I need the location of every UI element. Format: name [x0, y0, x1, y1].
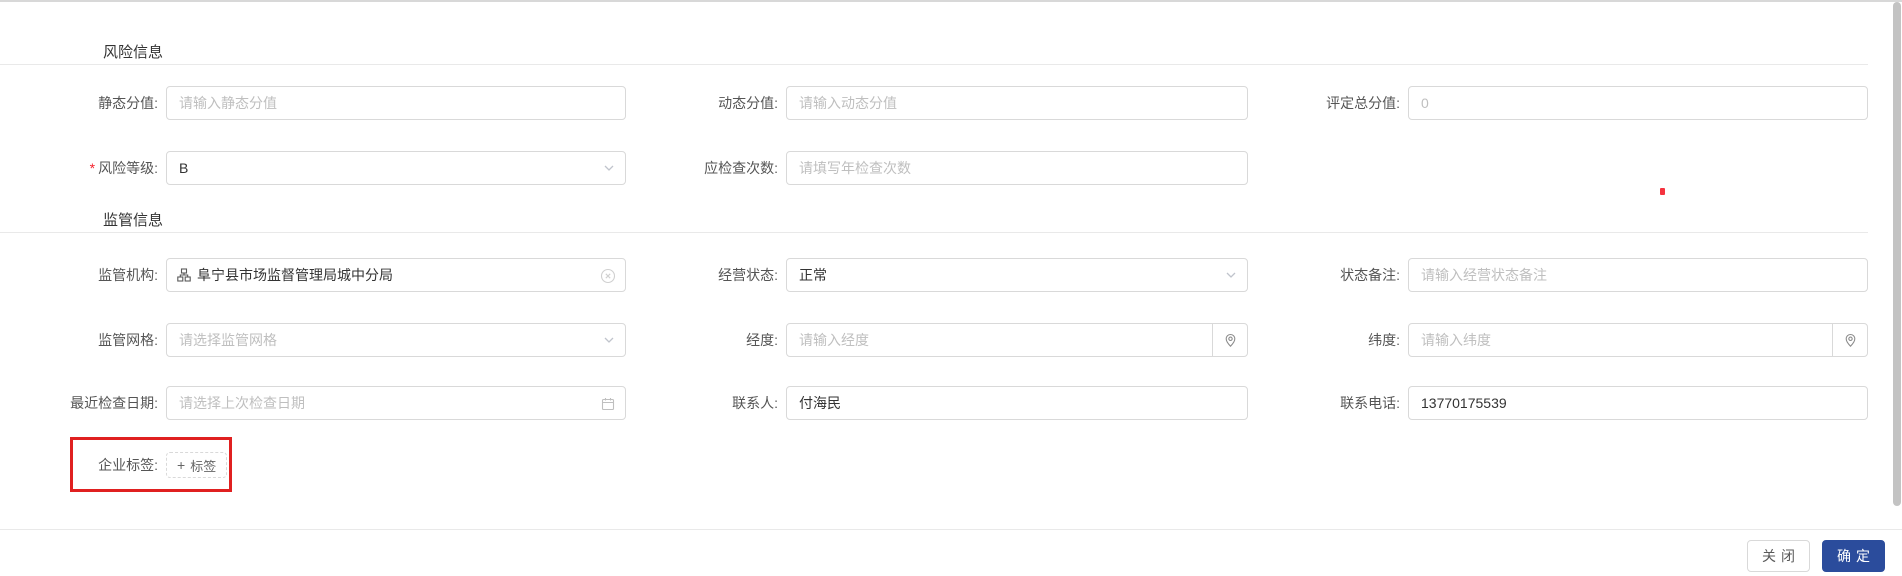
field-contact: 联系人: — [660, 386, 1248, 420]
close-button[interactable]: 关闭 — [1747, 540, 1810, 572]
dynamic-score-input-wrap — [786, 86, 1248, 120]
grid-placeholder: 请选择监管网格 — [179, 332, 277, 348]
business-status-value: 正常 — [799, 267, 827, 283]
annotation-red-box — [70, 437, 232, 492]
business-status-select[interactable]: 正常 — [786, 258, 1248, 292]
section-supervision-title: 监管信息 — [89, 210, 178, 232]
agency-value: 阜宁县市场监督管理局城中分局 — [197, 267, 393, 283]
field-total-score: 评定总分值: — [1282, 86, 1868, 120]
total-score-input-wrap — [1408, 86, 1868, 120]
field-last-inspection-date: 最近检查日期: — [40, 386, 626, 420]
annotation-red-dot — [1660, 188, 1665, 195]
last-inspection-date-label: 最近检查日期: — [70, 395, 158, 411]
static-score-input[interactable] — [167, 87, 625, 119]
status-remark-input-wrap — [1408, 258, 1868, 292]
chevron-down-icon — [1226, 272, 1236, 278]
status-remark-input[interactable] — [1409, 259, 1867, 291]
longitude-input-group — [786, 323, 1248, 357]
field-latitude: 纬度: — [1282, 323, 1868, 357]
confirm-button[interactable]: 确定 — [1822, 540, 1885, 572]
agency-label: 监管机构: — [98, 267, 158, 283]
phone-input[interactable] — [1409, 387, 1867, 419]
phone-input-wrap — [1408, 386, 1868, 420]
longitude-label: 经度: — [746, 332, 778, 348]
dynamic-score-input[interactable] — [787, 87, 1247, 119]
chevron-down-icon — [604, 337, 614, 343]
form-panel: 风险信息 静态分值: 动态分值: 评定总分值: *风险等级: B 应检查次数: … — [0, 0, 1902, 576]
section-risk-title: 风险信息 — [89, 42, 178, 64]
static-score-input-wrap — [166, 86, 626, 120]
grid-label: 监管网格: — [98, 332, 158, 348]
field-longitude: 经度: — [660, 323, 1248, 357]
field-business-status: 经营状态: 正常 — [660, 258, 1248, 292]
last-inspection-date-input[interactable] — [167, 387, 625, 419]
contact-input[interactable] — [787, 387, 1247, 419]
total-score-input[interactable] — [1409, 87, 1867, 119]
org-chart-icon — [177, 268, 191, 282]
contact-input-wrap — [786, 386, 1248, 420]
footer-divider — [0, 529, 1902, 530]
section-risk-divider — [0, 64, 1868, 65]
latitude-label: 纬度: — [1368, 332, 1400, 348]
contact-label: 联系人: — [732, 395, 778, 411]
status-remark-label: 状态备注: — [1340, 267, 1400, 283]
total-score-label: 评定总分值: — [1326, 95, 1400, 111]
field-status-remark: 状态备注: — [1282, 258, 1868, 292]
field-dynamic-score: 动态分值: — [660, 86, 1248, 120]
static-score-label: 静态分值: — [98, 95, 158, 111]
calendar-icon — [601, 398, 615, 411]
inspection-count-input-wrap — [786, 151, 1248, 185]
business-status-label: 经营状态: — [718, 267, 778, 283]
field-grid: 监管网格: 请选择监管网格 — [40, 323, 626, 357]
risk-level-select[interactable]: B — [166, 151, 626, 185]
field-inspection-count: 应检查次数: — [660, 151, 1248, 185]
required-asterisk: * — [89, 160, 96, 176]
field-phone: 联系电话: — [1282, 386, 1868, 420]
longitude-pick-button[interactable] — [1212, 324, 1247, 356]
clear-circle-icon[interactable] — [600, 268, 616, 284]
inspection-count-input[interactable] — [787, 152, 1247, 184]
section-supervision-divider — [0, 232, 1868, 233]
latitude-input[interactable] — [1409, 324, 1832, 356]
top-divider — [0, 0, 1902, 2]
grid-select[interactable]: 请选择监管网格 — [166, 323, 626, 357]
location-pin-icon — [1225, 333, 1235, 347]
location-pin-icon — [1845, 333, 1855, 347]
phone-label: 联系电话: — [1340, 395, 1400, 411]
risk-level-value: B — [179, 160, 189, 176]
risk-level-label: * 风险等级: — [89, 160, 158, 176]
chevron-down-icon — [604, 165, 614, 171]
last-inspection-date-picker[interactable] — [166, 386, 626, 420]
dynamic-score-label: 动态分值: — [718, 95, 778, 111]
field-risk-level: * 风险等级: B — [40, 151, 626, 185]
field-static-score: 静态分值: — [40, 86, 626, 120]
latitude-input-group — [1408, 323, 1868, 357]
longitude-input[interactable] — [787, 324, 1212, 356]
field-agency: 监管机构: 阜宁县市场监督管理局城中分局 — [40, 258, 626, 292]
agency-select[interactable]: 阜宁县市场监督管理局城中分局 — [166, 258, 626, 292]
latitude-pick-button[interactable] — [1832, 324, 1867, 356]
inspection-count-label: 应检查次数: — [704, 160, 778, 176]
scrollbar-thumb[interactable] — [1893, 2, 1901, 506]
